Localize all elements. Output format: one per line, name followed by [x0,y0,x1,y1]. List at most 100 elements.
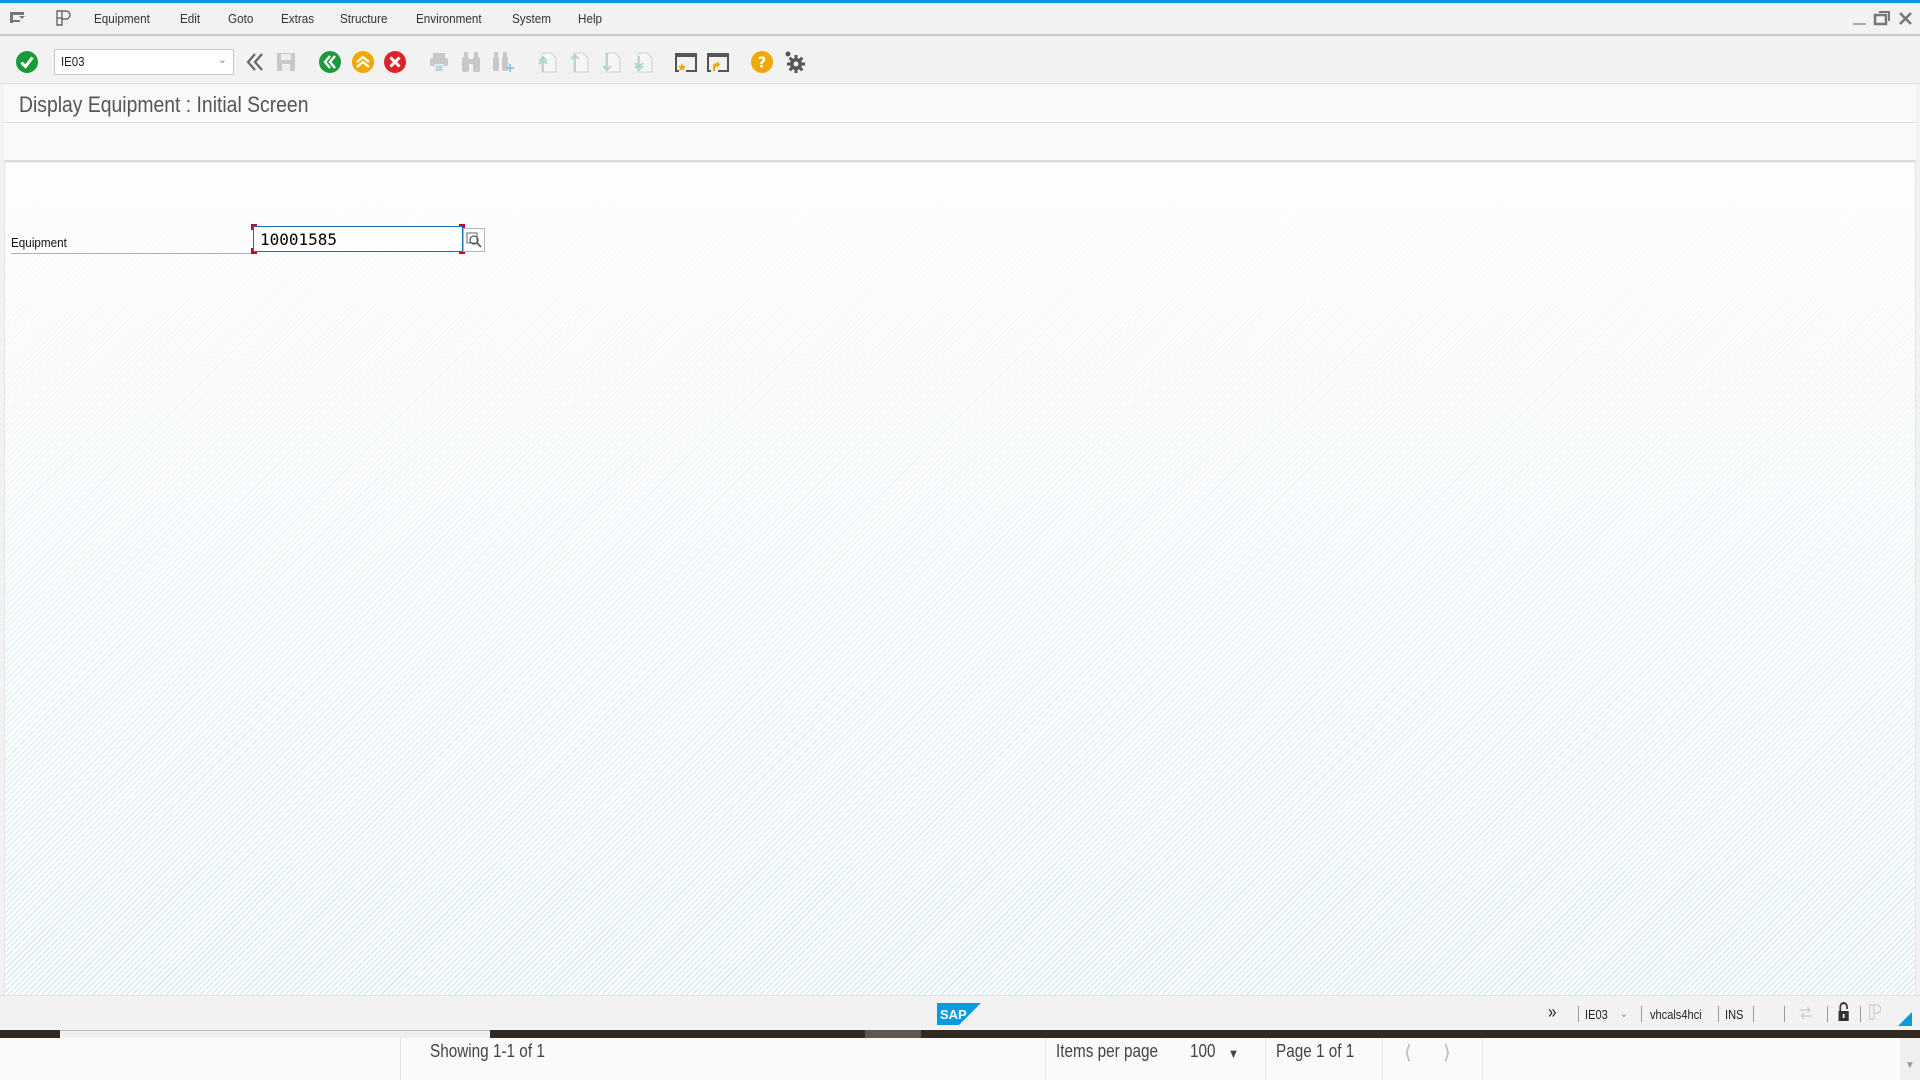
create-session-button[interactable] [674,50,698,74]
cancel-icon [384,51,406,73]
layout-icon[interactable] [1868,1003,1883,1024]
last-page-button[interactable] [631,50,655,74]
find-button[interactable] [459,50,483,74]
focus-corner [251,248,257,254]
equipment-label-text: Equipment [11,235,67,250]
status-bar: SAP » IE03 ⌄ vhcals4hci INS [0,995,1920,1030]
command-field-value: IE03 [61,54,85,69]
first-page-button[interactable] [535,50,559,74]
binoculars-icon [462,52,480,72]
menu-environment[interactable]: Environment [416,11,482,26]
chevron-down-icon[interactable]: ⌄ [1620,1007,1628,1020]
enter-button[interactable] [15,50,39,74]
expand-okcode-button[interactable] [243,50,267,74]
separator [1482,1038,1483,1080]
separator [1382,1038,1383,1080]
next-page-button[interactable] [599,50,623,74]
back-icon [319,51,341,73]
generate-shortcut-button[interactable] [706,50,730,74]
separator [400,1038,401,1080]
system-toolbar: IE03 ⌄ ? [0,38,1920,84]
first-page-icon [538,52,557,73]
save-icon [277,53,295,71]
gear-icon [785,51,805,73]
separator [1860,1006,1861,1022]
separator [1578,1006,1579,1022]
page-title: Display Equipment : Initial Screen [19,92,309,117]
menu-goto[interactable]: Goto [228,11,253,26]
showing-count: Showing 1-1 of 1 [430,1041,545,1061]
command-field[interactable]: IE03 ⌄ [54,49,234,75]
next-page-arrow-icon[interactable]: ⟩ [1443,1040,1451,1065]
menu-edit[interactable]: Edit [180,11,200,26]
value-help-button[interactable] [463,228,485,252]
print-button[interactable] [427,50,451,74]
separator [1045,1038,1046,1080]
help-button[interactable]: ? [750,50,774,74]
help-icon: ? [751,51,773,73]
binoculars-plus-icon [493,52,514,72]
application-toolbar [4,123,1916,162]
status-system: vhcals4hci [1650,1007,1702,1022]
status-insert-mode[interactable]: INS [1725,1007,1743,1022]
find-next-button[interactable] [491,50,515,74]
menu-extras[interactable]: Extras [281,11,314,26]
page-info: Page 1 of 1 [1276,1041,1355,1061]
taskbar-strip [0,1030,1920,1038]
status-transaction[interactable]: IE03 [1585,1007,1608,1022]
items-per-page-label: Items per page [1056,1041,1159,1061]
double-chevron-right-icon[interactable]: » [1548,1002,1557,1023]
separator [1753,1006,1754,1022]
layout-menu-icon[interactable] [54,9,74,27]
menu-help[interactable]: Help [578,11,602,26]
svg-text:SAP: SAP [940,1007,967,1022]
svg-text:?: ? [758,54,767,72]
previous-page-button[interactable] [567,50,591,74]
double-chevron-left-icon [246,53,263,71]
scroll-down-icon[interactable]: ▼ [1905,1060,1915,1071]
close-window-button[interactable] [1897,9,1915,27]
previous-page-arrow-icon[interactable]: ⟨ [1404,1040,1412,1065]
checkmark-icon [16,51,38,73]
previous-page-icon [570,52,589,73]
taskbar-segment [60,1030,490,1038]
exit-icon [352,51,374,73]
screen-title-bar: Display Equipment : Initial Screen [4,85,1916,123]
separator [1641,1006,1642,1022]
menu-structure[interactable]: Structure [340,11,387,26]
save-button[interactable] [274,50,298,74]
chevron-down-icon[interactable]: ⌄ [218,53,227,66]
new-window-star-icon [675,53,697,72]
caret-down-icon[interactable]: ▼ [1228,1046,1239,1061]
menu-system[interactable]: System [512,11,551,26]
search-icon [466,232,482,248]
shortcut-icon [707,53,729,72]
restore-button[interactable] [1873,9,1891,27]
separator [1718,1006,1719,1022]
next-page-icon [602,52,621,73]
pager-panel: Showing 1-1 of 1 Items per page 100 ▼ Pa… [0,1038,1920,1080]
sap-logo: SAP [937,1003,981,1025]
separator [1827,1006,1828,1022]
customize-layout-button[interactable] [783,50,807,74]
printer-icon [430,53,448,72]
back-button[interactable] [318,50,342,74]
resize-grip-icon[interactable] [1898,1012,1912,1031]
items-per-page-select[interactable]: 100 [1190,1041,1216,1062]
transfer-icon[interactable] [1798,1004,1813,1025]
equipment-label: Equipment [11,232,256,254]
menu-equipment[interactable]: Equipment [94,11,150,26]
equipment-input[interactable] [253,226,463,252]
last-page-icon [634,52,653,73]
separator [1265,1038,1266,1080]
separator [1784,1006,1785,1022]
taskbar-segment [865,1030,921,1038]
minimize-button[interactable] [1851,9,1869,27]
cancel-button[interactable] [383,50,407,74]
lock-open-icon[interactable] [1836,1002,1851,1025]
scrollbar[interactable]: ▼ [1900,1038,1920,1080]
focus-corner [251,224,257,230]
screen-content: Equipment [4,163,1916,995]
sap-menu-icon[interactable] [8,9,28,27]
exit-button[interactable] [351,50,375,74]
